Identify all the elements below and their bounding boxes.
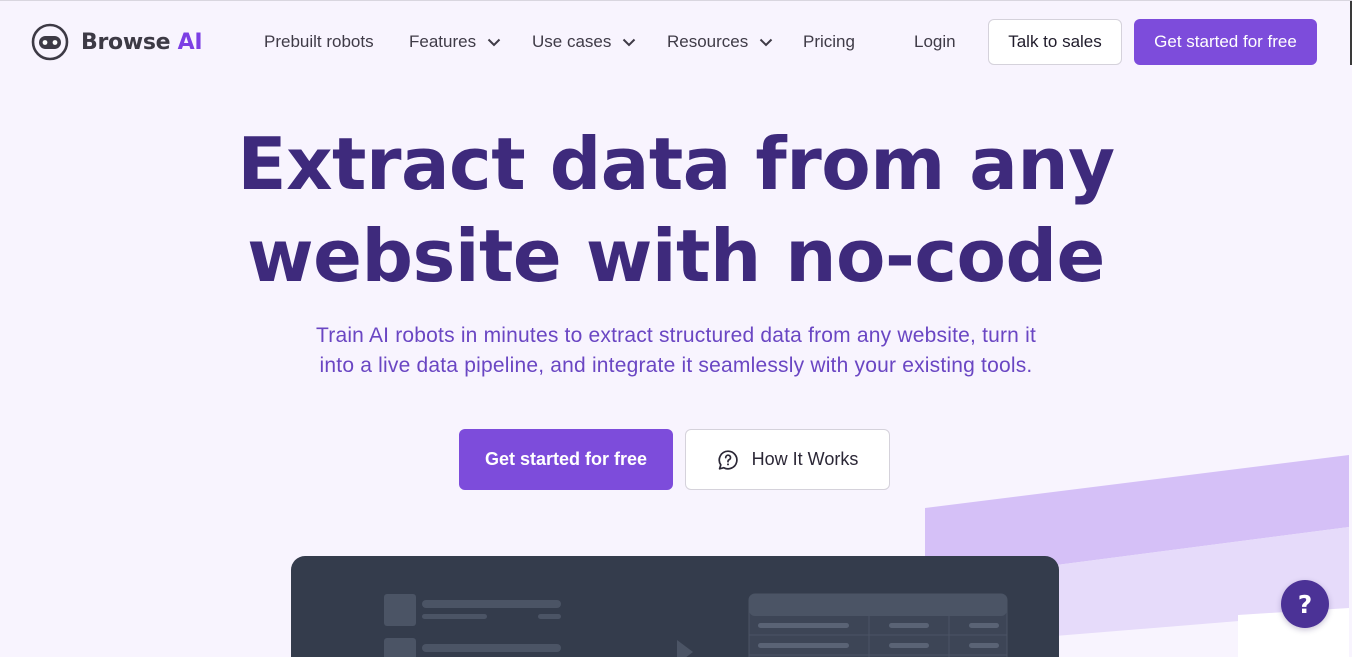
nav-link-use-cases[interactable]: Use cases: [532, 29, 636, 55]
hero-subtitle-line-2: into a live data pipeline, and integrate…: [319, 354, 1033, 377]
product-preview-mockup: [291, 556, 1059, 657]
brand-logo[interactable]: Browse AI: [31, 23, 203, 61]
brand-name-main: Browse: [81, 29, 171, 55]
how-it-works-label: How It Works: [751, 449, 859, 469]
nav-link-resources[interactable]: Resources: [667, 29, 773, 55]
chevron-down-icon: [623, 38, 636, 46]
hero-title-line-1: Extract data from any: [237, 122, 1115, 206]
nav-link-prebuilt-robots[interactable]: Prebuilt robots: [264, 29, 374, 55]
nav-link-label: Pricing: [803, 32, 855, 51]
product-preview-illustration: [384, 593, 1008, 657]
how-it-works-button[interactable]: How It Works: [685, 429, 890, 490]
help-chat-button[interactable]: ?: [1281, 580, 1329, 628]
talk-to-sales-button[interactable]: Talk to sales: [988, 19, 1122, 65]
nav-link-pricing[interactable]: Pricing: [803, 29, 855, 55]
hero-title: Extract data from any website with no-co…: [176, 118, 1176, 302]
hero-subtitle: Train AI robots in minutes to extract st…: [276, 321, 1076, 381]
robot-face-icon: [31, 23, 69, 61]
brand-name: Browse AI: [81, 29, 203, 55]
nav-link-label: Use cases: [532, 32, 612, 51]
nav-link-label: Resources: [667, 32, 749, 51]
nav-link-label: Login: [914, 32, 956, 51]
chevron-down-icon: [760, 38, 773, 46]
nav-link-label: Features: [409, 32, 477, 51]
chat-question-icon: [718, 449, 738, 470]
get-started-hero-button[interactable]: Get started for free: [459, 429, 673, 490]
top-navigation: Browse AI Prebuilt robots Features Use c…: [0, 0, 1352, 82]
get-started-nav-button[interactable]: Get started for free: [1134, 19, 1317, 65]
brand-name-accent: AI: [177, 29, 203, 55]
hero-subtitle-line-1: Train AI robots in minutes to extract st…: [316, 324, 1036, 347]
nav-link-login[interactable]: Login: [914, 29, 956, 55]
hero-title-line-2: website with no-code: [247, 214, 1105, 298]
nav-link-features[interactable]: Features: [409, 29, 501, 55]
nav-link-label: Prebuilt robots: [264, 32, 374, 51]
chevron-down-icon: [487, 38, 501, 46]
